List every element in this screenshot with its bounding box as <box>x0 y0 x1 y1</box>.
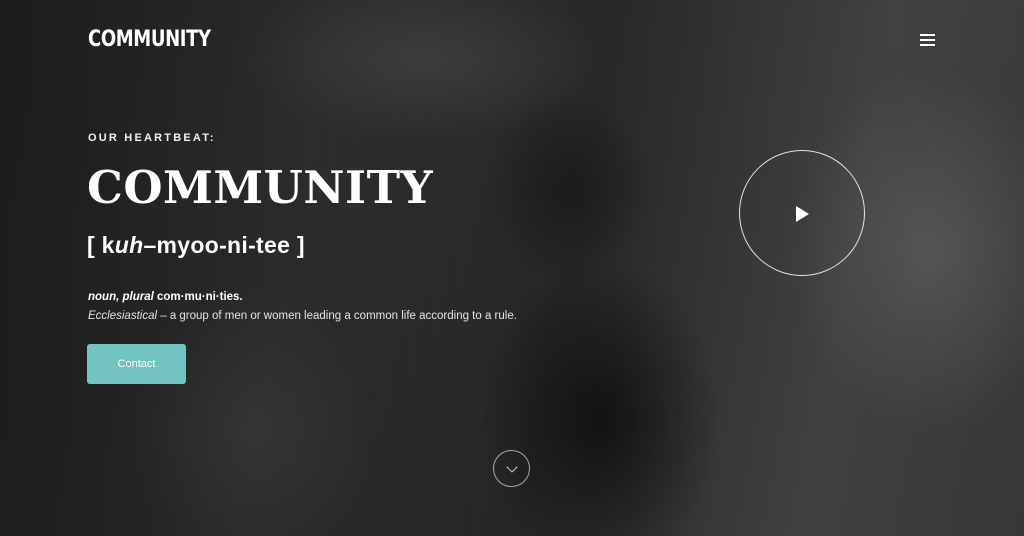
menu-line <box>920 44 935 46</box>
play-video-button[interactable] <box>739 150 865 276</box>
definition-grammar: noun, plural com·mu·ni·ties. <box>88 291 243 303</box>
scroll-down-button[interactable] <box>493 450 530 487</box>
pronunciation-open: [ k <box>87 232 115 258</box>
pronunciation-italic: uh <box>114 232 144 258</box>
definition-pos: noun, plural <box>88 291 154 303</box>
definition-plural: com·mu·ni·ties. <box>153 291 243 303</box>
chevron-down-icon <box>506 461 518 473</box>
definition-meaning: Ecclesiastical – a group of men or women… <box>88 310 517 322</box>
hero-title: COMMUNITY <box>87 161 434 214</box>
menu-line <box>920 34 935 36</box>
site-logo[interactable]: COMMUNITY <box>88 27 211 52</box>
menu-line <box>920 39 935 41</box>
definition-text: – a group of men or women leading a comm… <box>157 310 517 322</box>
play-icon <box>796 206 809 222</box>
definition-domain: Ecclesiastical <box>88 310 158 322</box>
hamburger-menu-icon[interactable] <box>916 31 940 49</box>
pronunciation: [ kuh–myoo-ni-tee ] <box>87 232 305 259</box>
contact-button[interactable]: Contact <box>87 344 186 384</box>
hero-eyebrow: OUR HEARTBEAT: <box>88 132 216 144</box>
pronunciation-rest: –myoo-ni-tee ] <box>143 232 305 258</box>
